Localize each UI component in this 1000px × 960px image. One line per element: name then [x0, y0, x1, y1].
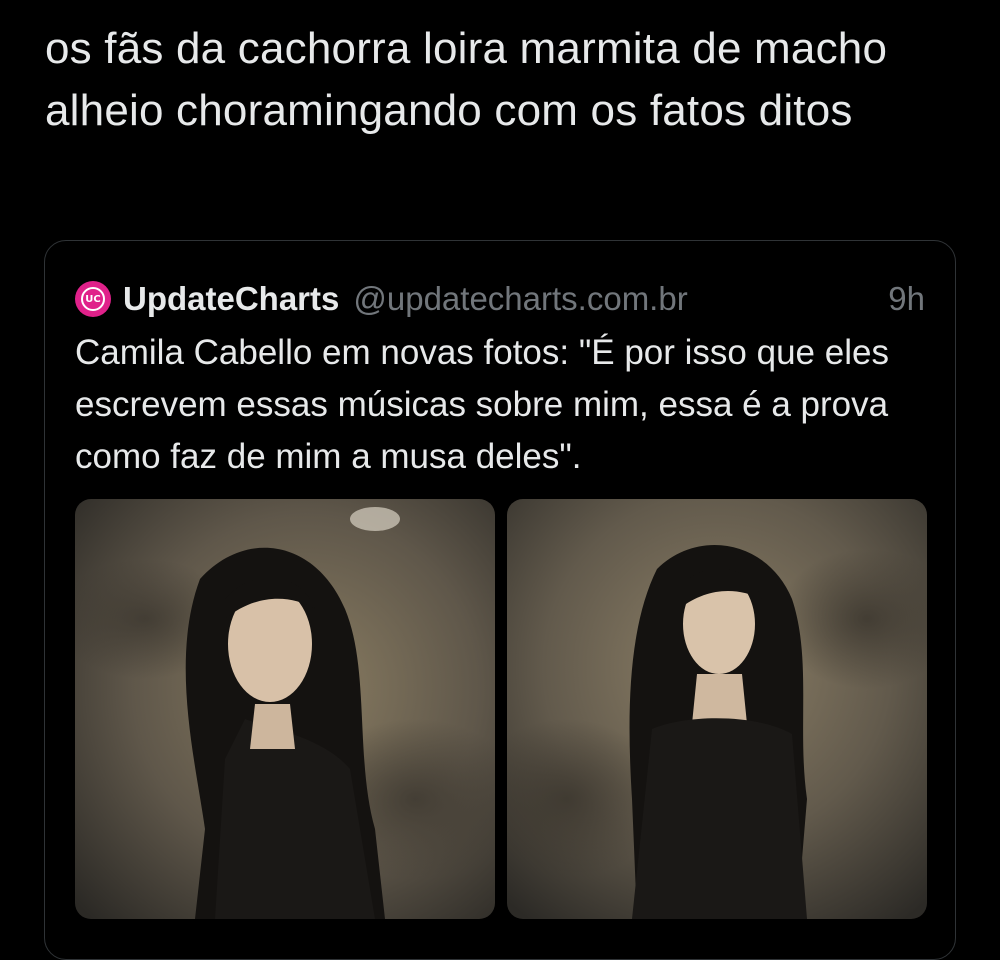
timestamp[interactable]: 9h — [888, 280, 925, 318]
quoted-tweet-header: UC UpdateCharts @updatecharts.com.br 9h — [75, 277, 925, 321]
media-grid — [75, 499, 927, 919]
photo-1-image — [75, 499, 495, 919]
uc-logo-icon: UC — [81, 287, 105, 311]
photo-2-image — [507, 499, 927, 919]
handle[interactable]: @updatecharts.com.br — [353, 280, 878, 318]
quoted-tweet-text: Camila Cabello em novas fotos: "É por is… — [75, 333, 889, 476]
photo-1[interactable] — [75, 499, 495, 919]
quoted-tweet-card[interactable]: UC UpdateCharts @updatecharts.com.br 9h … — [44, 240, 956, 960]
photo-2[interactable] — [507, 499, 927, 919]
display-name[interactable]: UpdateCharts — [123, 280, 339, 318]
tweet-text: os fãs da cachorra loira marmita de mach… — [45, 24, 888, 135]
avatar[interactable]: UC — [75, 281, 111, 317]
